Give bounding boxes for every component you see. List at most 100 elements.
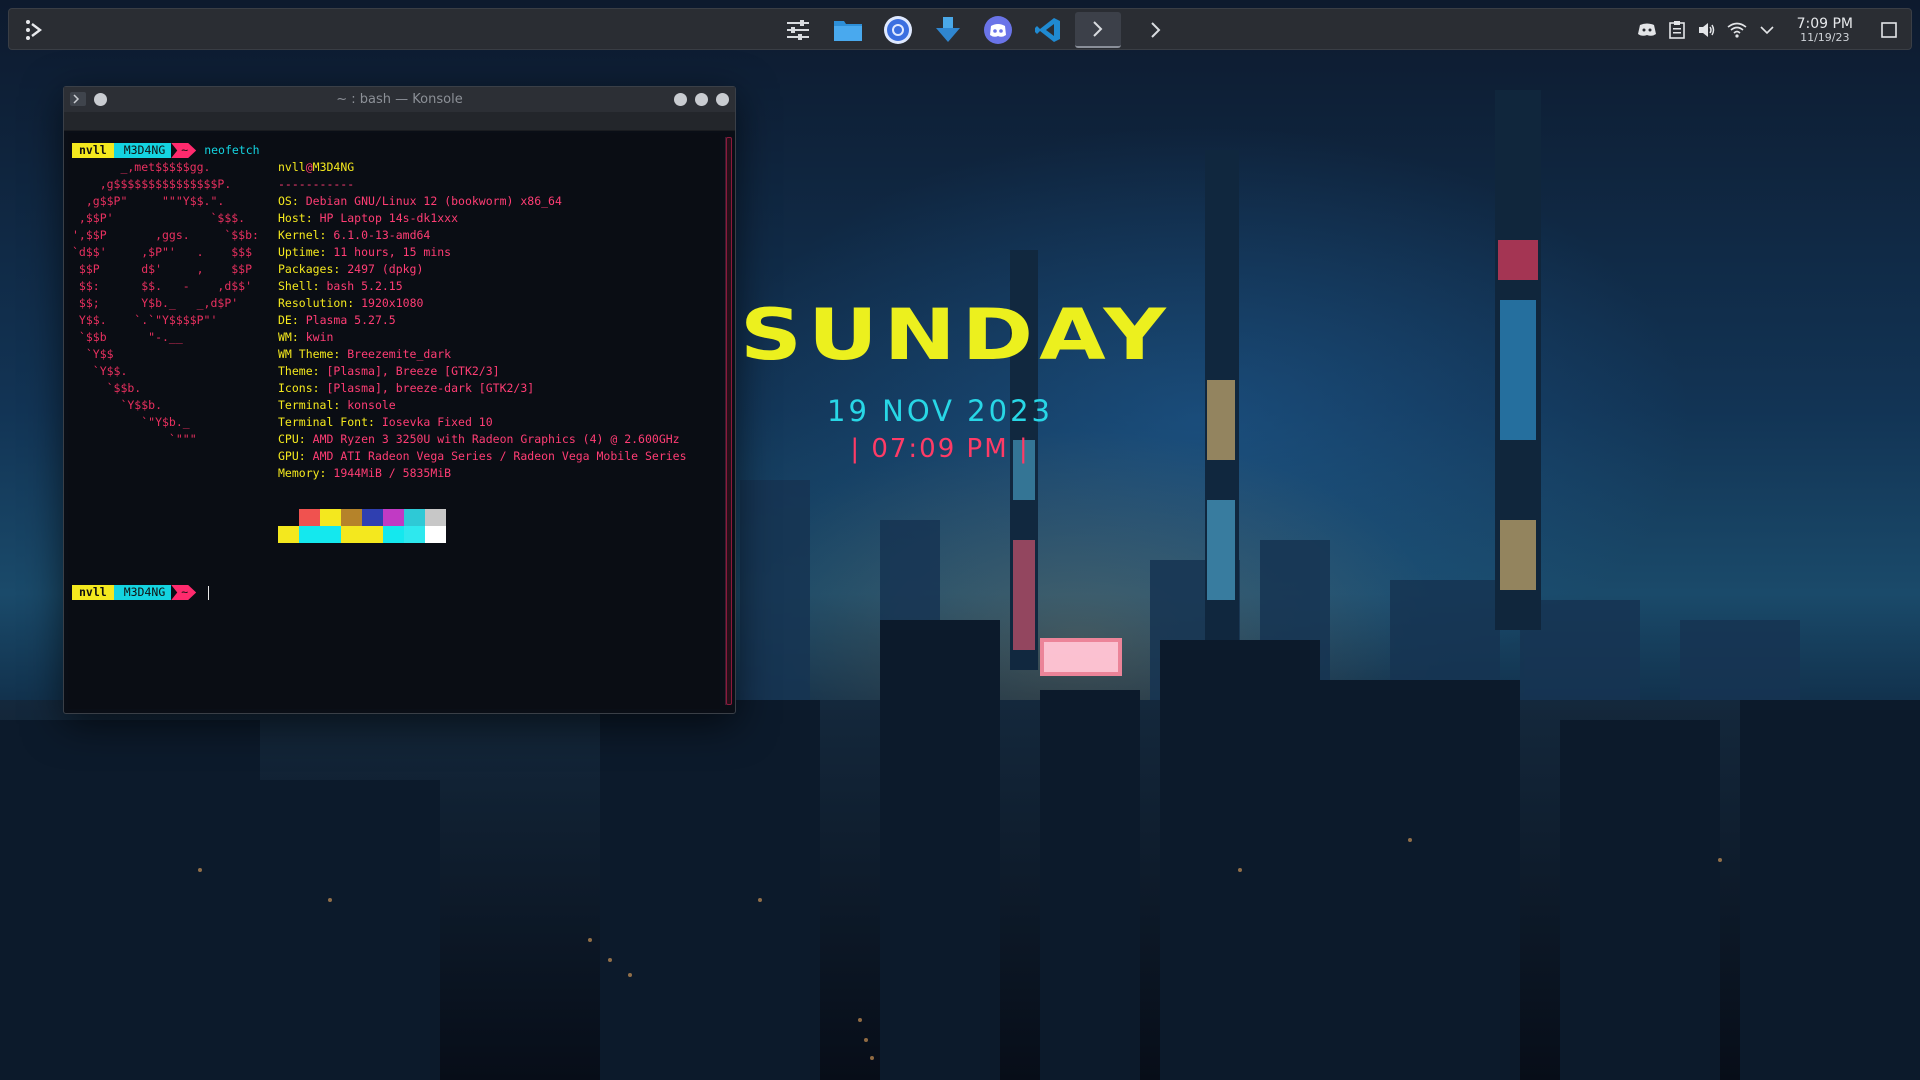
window-titlebar[interactable]: ~ : bash — Konsole [64,87,735,113]
color-swatch [383,526,404,543]
application-launcher[interactable] [21,17,47,43]
top-panel: 7:09 PM 11/19/23 [8,8,1912,50]
info-row: Kernel: 6.1.0-13-amd64 [278,228,431,242]
info-value: Iosevka Fixed 10 [381,415,493,429]
prompt-host: M3D4NG [113,143,172,158]
maximize-button[interactable] [695,93,708,106]
color-swatch [299,526,320,543]
browser-icon [884,16,912,44]
terminal-scrollbar[interactable] [725,137,732,705]
close-button[interactable] [716,93,729,106]
info-value: bash 5.2.15 [326,279,403,293]
show-desktop-icon [1881,22,1897,38]
color-swatch [362,526,383,543]
konsole-window[interactable]: ~ : bash — Konsole nvll M3D4NG ~ neofetc… [63,86,736,714]
info-key: WM [278,330,292,344]
discord-icon [984,16,1012,44]
color-swatch [383,509,404,526]
info-value: AMD ATI Radeon Vega Series / Radeon Vega… [312,449,687,463]
volume-icon [1698,23,1714,37]
info-value: 1920x1080 [361,296,424,310]
launcher-icon [26,20,42,40]
download-manager-task[interactable] [925,12,971,48]
info-row: Host: HP Laptop 14s-dk1xxx [278,211,459,225]
clipboard-icon [1668,21,1685,39]
sliders-icon [787,20,809,40]
window-title: ~ : bash — Konsole [336,92,463,107]
color-swatch [278,509,299,526]
widget-day: SUNDAY [740,294,1172,376]
separator-line: ----------- [278,177,355,191]
window-menubar [64,113,735,131]
tray-expander[interactable] [1757,20,1777,40]
info-row: Memory: 1944MiB / 5835MiB [278,466,452,480]
info-key: Terminal Font [278,415,369,429]
terminal-icon [1093,21,1103,37]
color-swatch [425,526,446,543]
scrollbar-thumb[interactable] [726,137,732,705]
info-row: Uptime: 11 hours, 15 mins [278,245,452,259]
color-swatch [404,526,425,543]
info-key: Theme [278,364,313,378]
info-row: Icons: [Plasma], breeze-dark [GTK2/3] [278,381,535,395]
digital-clock[interactable]: 7:09 PM 11/19/23 [1796,15,1853,44]
prompt-line-active: nvll M3D4NG ~ [72,585,210,600]
prompt-user: nvll [72,143,114,158]
info-row: CPU: AMD Ryzen 3 3250U with Radeon Graph… [278,432,680,446]
desktop[interactable]: 7:09 PM 11/19/23 ~ : bash — Konsole nvll… [0,0,1920,1080]
color-swatch [278,526,299,543]
debian-ascii-logo: _,met$$$$$gg. ,g$$$$$$$$$$$$$$$P. ,g$$P"… [72,160,259,446]
info-key: CPU [278,432,299,446]
color-swatch [404,509,425,526]
info-key: Memory [278,466,320,480]
info-key: DE [278,313,292,327]
info-value: Breezemite_dark [347,347,452,361]
tray-network[interactable] [1727,20,1747,40]
chevron-down-icon [1760,26,1774,35]
info-row: WM: kwin [278,330,334,344]
system-settings-task[interactable] [775,12,821,48]
show-desktop-button[interactable] [1879,20,1899,40]
prompt-line: nvll M3D4NG ~ neofetch [72,143,260,158]
tray-clipboard[interactable] [1667,20,1687,40]
info-row: OS: Debian GNU/Linux 12 (bookworm) x86_6… [278,194,562,208]
info-key: Uptime [278,245,320,259]
download-icon [936,17,960,42]
tray-discord[interactable] [1637,20,1657,40]
info-key: WM Theme [278,347,334,361]
minimize-button[interactable] [674,93,687,106]
clock-time: 7:09 PM [1796,15,1853,32]
info-value: 6.1.0-13-amd64 [333,228,431,242]
color-swatch [341,526,362,543]
konsole-task-2[interactable] [1133,12,1179,48]
info-value: HP Laptop 14s-dk1xxx [319,211,459,225]
color-swatch [299,509,320,526]
tray-volume[interactable] [1697,20,1717,40]
konsole-task-1[interactable] [1075,12,1121,48]
discord-task[interactable] [975,12,1021,48]
wifi-icon [1727,22,1747,38]
terminal-area[interactable]: nvll M3D4NG ~ neofetch _,met$$$$$gg. ,g$… [68,133,720,709]
color-swatch [341,509,362,526]
chromium-task[interactable] [875,12,921,48]
vscode-icon [1035,18,1060,42]
prompt-command: neofetch [204,143,260,157]
dolphin-task[interactable] [825,12,871,48]
info-value: [Plasma], Breeze [GTK2/3] [326,364,500,378]
vscode-task[interactable] [1025,12,1071,48]
info-value: [Plasma], breeze-dark [GTK2/3] [326,381,535,395]
info-key: Kernel [278,228,320,242]
info-row: Terminal Font: Iosevka Fixed 10 [278,415,493,429]
info-key: Host [278,211,306,225]
prompt-dir: ~ [171,143,196,158]
info-value: AMD Ryzen 3 3250U with Radeon Graphics (… [312,432,680,446]
info-row: WM Theme: Breezemite_dark [278,347,452,361]
info-row: DE: Plasma 5.27.5 [278,313,396,327]
widget-time: | 07:09 PM | [850,434,1030,464]
neofetch-info: nvll@M3D4NG ----------- OS: Debian GNU/L… [278,159,687,482]
color-swatch [362,509,383,526]
color-swatch [320,526,341,543]
info-value: 2497 (dpkg) [347,262,424,276]
prompt-host: M3D4NG [113,585,172,600]
date-time-widget: SUNDAY 19 NOV 2023 | 07:09 PM | [740,290,1172,464]
